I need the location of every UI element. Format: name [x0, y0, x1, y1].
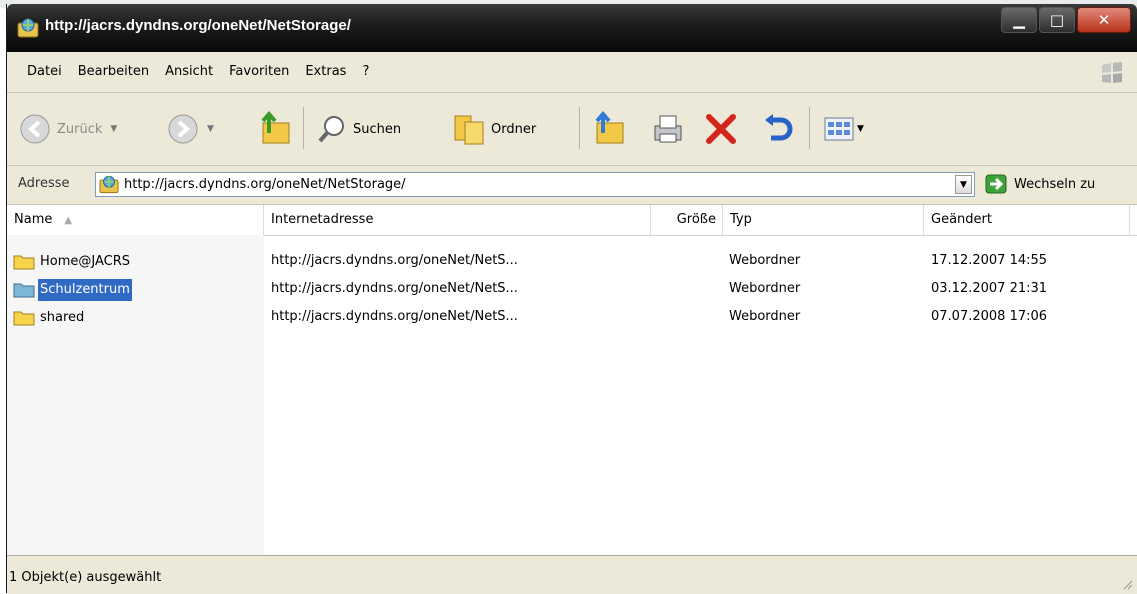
views-icon [824, 117, 854, 141]
item-name: Home@JACRS [40, 254, 131, 269]
status-bar: 1 Objekt(e) ausgewählt [7, 555, 1137, 594]
address-value: http://jacrs.dyndns.org/oneNet/NetStorag… [124, 177, 406, 192]
column-header-size[interactable]: Größe [651, 205, 723, 235]
list-item[interactable]: shared http://jacrs.dyndns.org/oneNet/Ne… [7, 304, 1137, 332]
go-button[interactable]: Wechseln zu [985, 174, 1095, 194]
column-name-label: Name [14, 212, 53, 227]
views-button[interactable]: ▼ [823, 105, 864, 153]
column-header-type[interactable]: Typ [723, 205, 924, 235]
address-bar: Adresse http://jacrs.dyndns.org/oneNet/N… [7, 166, 1137, 205]
address-dropdown-button[interactable]: ▼ [955, 175, 972, 194]
folder-icon [13, 283, 35, 298]
back-dropdown-icon: ▼ [110, 124, 118, 134]
close-button[interactable]: ✕ [1077, 7, 1131, 33]
column-modified-label: Geändert [931, 212, 992, 227]
forward-arrow-icon [168, 114, 198, 144]
status-text: 1 Objekt(e) ausgewählt [9, 570, 162, 585]
item-size [651, 276, 717, 304]
maximize-button[interactable]: □ [1039, 7, 1075, 33]
minimize-button[interactable]: ▁ [1001, 7, 1037, 33]
chevron-down-icon: ▼ [960, 179, 967, 190]
column-header-url[interactable]: Internetadresse [264, 205, 651, 235]
folders-button[interactable]: Ordner [453, 105, 536, 153]
sort-ascending-icon: ▲ [64, 215, 73, 226]
folder-icon [13, 311, 35, 326]
back-label: Zurück [57, 121, 103, 137]
up-button[interactable] [257, 105, 293, 153]
menu-view[interactable]: Ansicht [165, 64, 213, 79]
item-url: http://jacrs.dyndns.org/oneNet/NetS... [271, 281, 518, 296]
item-url: http://jacrs.dyndns.org/oneNet/NetS... [271, 253, 518, 268]
menu-file[interactable]: Datei [27, 64, 62, 79]
go-arrow-icon [985, 174, 1007, 194]
address-input[interactable]: http://jacrs.dyndns.org/oneNet/NetStorag… [95, 172, 975, 197]
menu-help[interactable]: ? [362, 64, 369, 79]
window-controls: ▁ □ ✕ [1001, 7, 1131, 33]
list-item[interactable]: Home@JACRS http://jacrs.dyndns.org/oneNe… [7, 248, 1137, 276]
address-label: Adresse [18, 176, 70, 191]
undo-button[interactable] [761, 105, 795, 153]
search-label: Suchen [353, 121, 402, 137]
column-header-modified[interactable]: Geändert [924, 205, 1130, 235]
undo-icon [765, 114, 793, 141]
window-title: http://jacrs.dyndns.org/oneNet/NetStorag… [45, 17, 351, 34]
item-name: Schulzentrum [38, 279, 132, 301]
item-url: http://jacrs.dyndns.org/oneNet/NetS... [271, 309, 518, 324]
item-modified: 17.12.2007 14:55 [931, 253, 1048, 268]
print-icon [654, 115, 682, 143]
toolbar-separator [809, 107, 810, 149]
up-folder-icon [261, 111, 290, 144]
forward-dropdown-icon: ▼ [207, 124, 214, 134]
folder-icon [13, 255, 35, 270]
windows-logo-icon [1102, 62, 1122, 83]
forward-button[interactable]: ▼ [167, 105, 214, 153]
delete-icon [706, 114, 736, 144]
print-button[interactable] [651, 105, 685, 153]
column-header-name[interactable]: Name ▲ [7, 205, 264, 235]
move-to-button[interactable] [591, 105, 627, 153]
go-label: Wechseln zu [1014, 176, 1096, 192]
item-size [651, 304, 717, 332]
web-folder-icon [99, 175, 119, 194]
item-type: Webordner [729, 281, 801, 296]
minimize-icon: ▁ [1013, 11, 1025, 29]
delete-button[interactable] [703, 105, 739, 153]
back-button[interactable]: Zurück ▼ [19, 105, 117, 153]
list-item[interactable]: Schulzentrum http://jacrs.dyndns.org/one… [7, 276, 1137, 304]
menu-edit[interactable]: Bearbeiten [78, 64, 149, 79]
item-modified: 03.12.2007 21:31 [931, 281, 1048, 296]
back-arrow-icon [20, 114, 50, 144]
web-folder-icon [17, 18, 39, 38]
move-to-icon [595, 111, 624, 144]
close-icon: ✕ [1097, 11, 1111, 29]
menu-tools[interactable]: Extras [305, 64, 346, 79]
search-icon [318, 116, 344, 143]
standard-toolbar: Zurück ▼ ▼ Suchen Ordner ▼ [7, 93, 1137, 166]
menu-favorites[interactable]: Favoriten [229, 64, 289, 79]
item-type: Webordner [729, 309, 801, 324]
resize-grip-icon[interactable] [1123, 580, 1133, 590]
views-dropdown-icon: ▼ [857, 124, 864, 134]
item-modified: 07.07.2008 17:06 [931, 309, 1048, 324]
column-url-label: Internetadresse [271, 212, 374, 227]
toolbar-separator [303, 107, 304, 149]
maximize-icon: □ [1049, 11, 1065, 29]
column-size-label: Größe [676, 212, 716, 227]
item-name: shared [40, 310, 85, 325]
list-header: Name ▲ Internetadresse Größe Typ Geändert [7, 205, 1137, 236]
folders-label: Ordner [491, 121, 537, 137]
search-button[interactable]: Suchen [317, 105, 401, 153]
file-list[interactable]: Name ▲ Internetadresse Größe Typ Geändert… [7, 205, 1137, 555]
column-type-label: Typ [730, 212, 752, 227]
item-size [651, 248, 717, 276]
folders-icon [454, 115, 484, 145]
item-type: Webordner [729, 253, 801, 268]
toolbar-separator [579, 107, 580, 149]
title-bar[interactable]: http://jacrs.dyndns.org/oneNet/NetStorag… [7, 4, 1137, 52]
menu-bar: Datei Bearbeiten Ansicht Favoriten Extra… [7, 52, 1137, 93]
explorer-window: http://jacrs.dyndns.org/oneNet/NetStorag… [6, 4, 1137, 594]
